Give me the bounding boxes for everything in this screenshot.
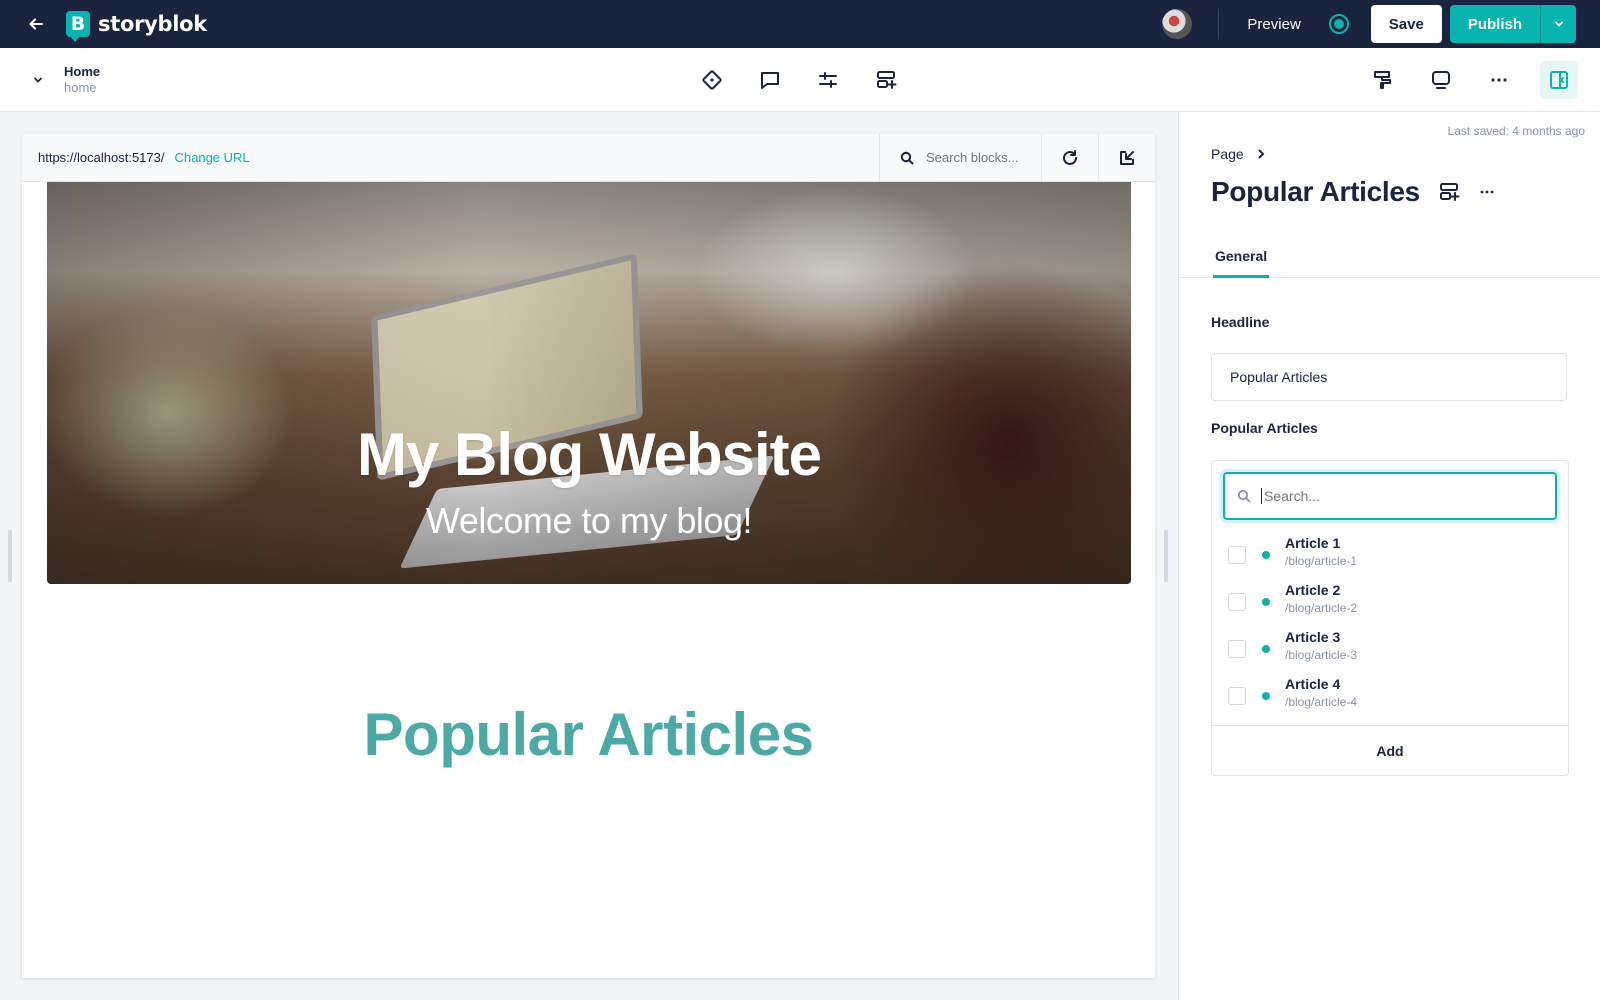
comment-icon (761, 72, 779, 89)
hero-title: My Blog Website (357, 421, 822, 488)
story-title: Home (64, 64, 101, 79)
add-articles-button[interactable]: Add (1212, 725, 1568, 775)
refresh-icon (1063, 149, 1077, 165)
style-button[interactable] (1366, 63, 1400, 97)
article-slug: /blog/article-4 (1285, 695, 1358, 709)
reload-button[interactable] (1041, 134, 1098, 182)
left-resize-handle[interactable] (8, 530, 12, 582)
paint-roller-icon (1374, 71, 1391, 89)
search-icon (1237, 489, 1251, 503)
toggle-panel-button[interactable] (1540, 61, 1578, 99)
more-options-button[interactable] (1482, 63, 1516, 97)
article-slug: /blog/article-3 (1285, 648, 1358, 662)
published-status-dot (1262, 645, 1270, 653)
panel-tabs: General (1179, 236, 1600, 278)
hero-section[interactable]: My Blog Website Welcome to my blog! (47, 182, 1131, 584)
article-name: Article 2 (1285, 582, 1341, 598)
list-item[interactable]: Article 2 /blog/article-2 (1228, 582, 1357, 628)
add-block-icon[interactable] (1438, 181, 1460, 203)
list-item[interactable]: Article 1 /blog/article-1 (1228, 535, 1357, 581)
more-icon[interactable] (1478, 183, 1496, 201)
add-block-button[interactable] (869, 63, 903, 97)
published-status-dot (1262, 598, 1270, 606)
published-status-dot (1262, 551, 1270, 559)
arrow-down-left-icon (1120, 150, 1134, 165)
preview-frame: https://localhost:5173/ Change URL My Bl… (22, 134, 1155, 978)
chevron-down-icon (1554, 21, 1563, 27)
breadcrumb[interactable]: Page (1211, 146, 1266, 162)
story-menu-toggle[interactable] (20, 74, 56, 86)
headline-label: Headline (1211, 314, 1270, 330)
preview-url: https://localhost:5173/ (38, 150, 165, 165)
block-title-row: Popular Articles (1211, 176, 1496, 208)
search-icon (900, 151, 914, 164)
preview-button[interactable]: Preview (1219, 0, 1328, 48)
storyblok-logo[interactable]: B storyblok (66, 11, 207, 42)
device-preview-button[interactable] (1424, 63, 1458, 97)
arrow-left-icon (29, 18, 43, 30)
add-block-icon (877, 71, 897, 89)
article-checkbox[interactable] (1228, 640, 1246, 658)
publish-button[interactable]: Publish (1449, 5, 1540, 43)
articles-search-input[interactable] (1261, 488, 1541, 504)
publish-options-button[interactable] (1540, 5, 1576, 43)
avatar[interactable] (1162, 9, 1193, 39)
search-blocks[interactable] (879, 134, 1041, 182)
preview-url-bar: https://localhost:5173/ Change URL (22, 134, 1155, 182)
list-item[interactable]: Article 3 /blog/article-3 (1228, 629, 1357, 675)
chevron-down-icon (34, 77, 42, 83)
block-diamond-button[interactable] (695, 63, 729, 97)
screen-icon (1432, 71, 1450, 89)
block-diamond-icon (702, 70, 722, 90)
popular-articles-label: Popular Articles (1211, 420, 1318, 436)
article-checkbox[interactable] (1228, 546, 1246, 564)
settings-button[interactable] (811, 63, 845, 97)
more-icon (1491, 78, 1507, 82)
published-status-dot (1262, 692, 1270, 700)
last-saved: Last saved: 4 months ago (1447, 124, 1585, 138)
top-bar: B storyblok Preview Save Publish (0, 0, 1600, 48)
article-name: Article 3 (1285, 629, 1341, 645)
comments-button[interactable] (753, 63, 787, 97)
back-button[interactable] (14, 0, 58, 48)
article-checkbox[interactable] (1228, 593, 1246, 611)
editor-toolbar: Home home (0, 48, 1600, 112)
record-icon (1333, 19, 1344, 29)
sliders-icon (819, 72, 837, 88)
article-slug: /blog/article-2 (1285, 601, 1358, 615)
articles-picker: Article 1 /blog/article-1 Article 2 /blo… (1211, 460, 1569, 776)
block-editor-panel: Last saved: 4 months ago Page Popular Ar… (1178, 112, 1600, 1000)
right-resize-handle[interactable] (1164, 530, 1168, 582)
save-button[interactable]: Save (1370, 5, 1442, 43)
popular-articles-heading[interactable]: Popular Articles (22, 700, 1155, 769)
list-item[interactable]: Article 4 /blog/article-4 (1228, 676, 1357, 722)
story-name[interactable]: Home home (64, 64, 100, 95)
block-title: Popular Articles (1211, 176, 1420, 207)
article-checkbox[interactable] (1228, 687, 1246, 705)
articles-search[interactable] (1223, 472, 1557, 520)
tab-general[interactable]: General (1213, 236, 1270, 278)
story-slug: home (64, 80, 97, 95)
logo-text: storyblok (98, 12, 207, 36)
article-name: Article 4 (1285, 676, 1341, 692)
live-preview-toggle[interactable] (1328, 14, 1349, 34)
article-slug: /blog/article-1 (1285, 554, 1358, 568)
breadcrumb-page[interactable]: Page (1211, 146, 1244, 162)
change-url-link[interactable]: Change URL (174, 150, 249, 165)
headline-input[interactable] (1211, 353, 1567, 401)
search-blocks-input[interactable] (926, 150, 1026, 165)
logo-mark: B (66, 11, 90, 42)
article-name: Article 1 (1285, 535, 1341, 551)
open-external-button[interactable] (1098, 134, 1155, 182)
hero-subtitle: Welcome to my blog! (426, 500, 752, 541)
chevron-right-icon (1258, 149, 1265, 159)
split-panel-icon (1550, 71, 1568, 89)
publish-group: Publish (1449, 5, 1576, 43)
